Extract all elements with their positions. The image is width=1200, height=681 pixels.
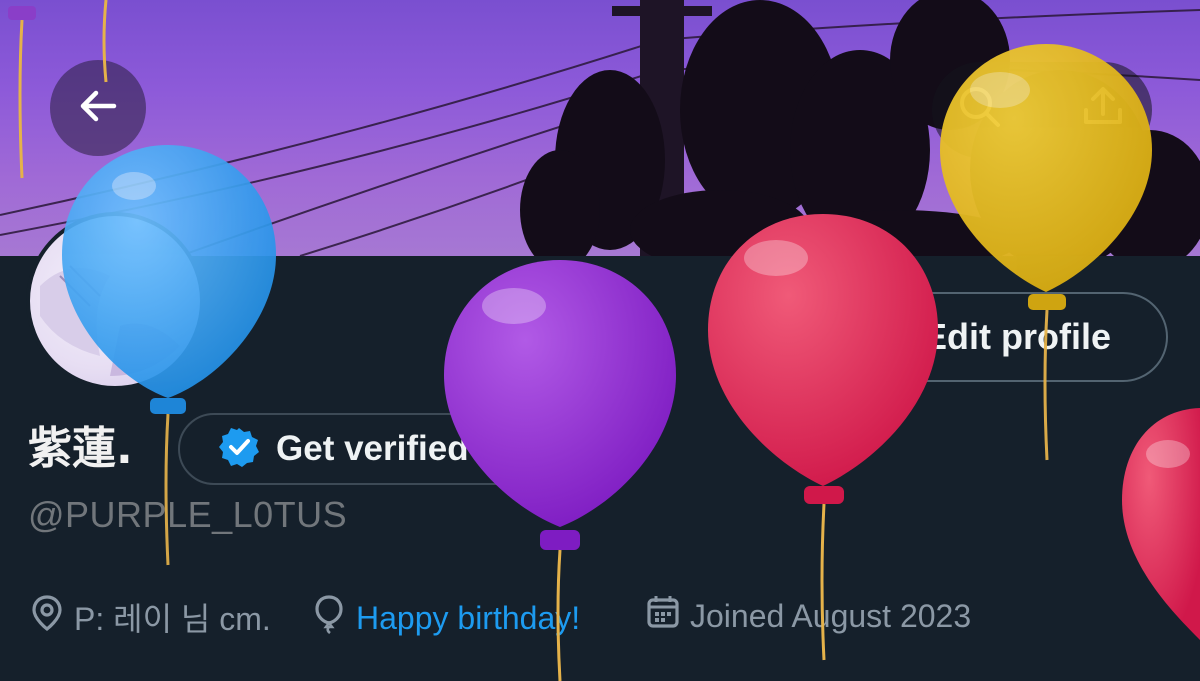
birthday-text[interactable]: Happy birthday! bbox=[356, 600, 580, 637]
edit-profile-label: Edit profile bbox=[923, 316, 1111, 357]
joined-item: Joined August 2023 bbox=[646, 594, 971, 638]
balloon-icon bbox=[312, 594, 346, 642]
search-button[interactable] bbox=[955, 84, 1005, 134]
calendar-icon bbox=[646, 594, 680, 638]
birthday-item[interactable]: Happy birthday! bbox=[312, 594, 580, 642]
get-verified-button[interactable]: Get verified bbox=[178, 413, 535, 485]
joined-text: Joined August 2023 bbox=[690, 597, 972, 634]
share-button[interactable] bbox=[1078, 84, 1128, 134]
share-icon bbox=[1080, 84, 1126, 135]
display-name: 紫蓮. bbox=[28, 423, 133, 474]
back-button[interactable] bbox=[50, 60, 146, 156]
location-item: P: 레이 님 cm. bbox=[30, 594, 271, 640]
location-text: P: 레이 님 cm. bbox=[74, 601, 271, 637]
user-handle: @PURPLE_L0TUS bbox=[28, 494, 348, 535]
arrow-left-icon bbox=[76, 84, 120, 133]
avatar-image bbox=[40, 265, 180, 376]
location-pin-icon bbox=[30, 594, 64, 640]
avatar[interactable] bbox=[26, 212, 204, 390]
search-icon bbox=[957, 84, 1003, 135]
verified-badge-icon bbox=[218, 426, 260, 473]
get-verified-label: Get verified bbox=[276, 429, 469, 468]
edit-profile-button[interactable]: Edit profile bbox=[866, 292, 1168, 382]
